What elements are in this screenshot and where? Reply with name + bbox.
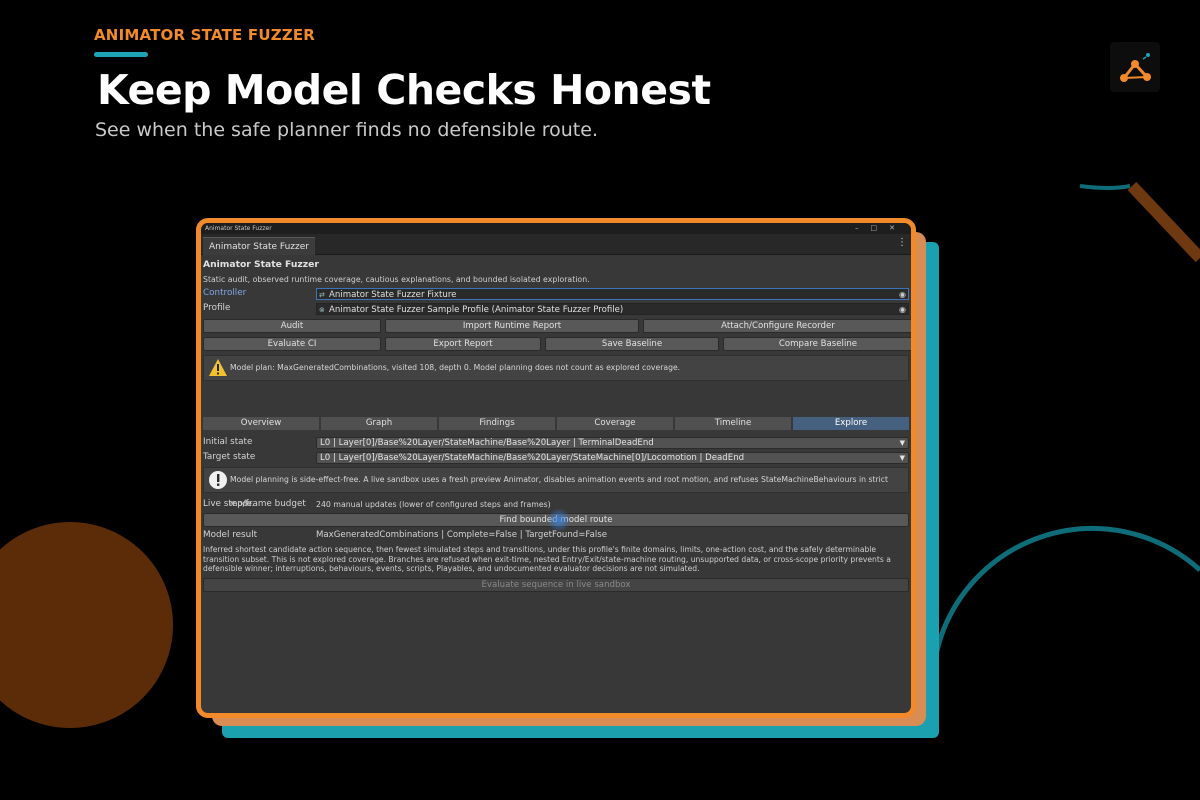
budget-label: Live step/frame budget xyxy=(203,499,306,509)
explanation-text: Inferred shortest candidate action seque… xyxy=(203,545,891,573)
attach-configure-recorder-button[interactable]: Attach/Configure Recorder xyxy=(643,319,911,333)
profile-value: Animator State Fuzzer Sample Profile (An… xyxy=(329,305,624,315)
panel-description: Static audit, observed runtime coverage,… xyxy=(203,275,590,284)
editor-tab[interactable]: Animator State Fuzzer xyxy=(203,237,315,255)
target-state-dropdown[interactable]: L0 | Layer[0]/Base%20Layer/StateMachine/… xyxy=(316,452,909,464)
teal-arc-decoration xyxy=(1079,184,1131,190)
logo xyxy=(1110,42,1160,92)
controller-label: Controller xyxy=(203,288,247,298)
save-baseline-button[interactable]: Save Baseline xyxy=(545,337,719,351)
target-state-label: Target state xyxy=(203,452,256,462)
info-helpbox: Model planning is side-effect-free. A li… xyxy=(203,467,909,508)
animator-controller-icon: ⇄ xyxy=(319,291,325,299)
tab-findings[interactable]: Findings xyxy=(439,417,555,430)
editor-tabbar: Animator State Fuzzer ⋮ xyxy=(201,234,911,255)
chevron-down-icon: ▼ xyxy=(899,439,905,447)
scriptable-object-icon: ⊗ xyxy=(319,306,325,314)
tab-overview[interactable]: Overview xyxy=(203,417,319,430)
window-title: Animator State Fuzzer xyxy=(205,225,272,232)
teal-ring-decoration xyxy=(932,526,1200,661)
evaluate-ci-button[interactable]: Evaluate CI xyxy=(203,337,381,351)
warning-text: Model plan: MaxGeneratedCombinations, vi… xyxy=(230,363,681,372)
object-picker-icon[interactable]: ◉ xyxy=(899,304,906,316)
controller-value: Animator State Fuzzer Fixture xyxy=(329,290,457,300)
profile-field[interactable]: ⊗ Animator State Fuzzer Sample Profile (… xyxy=(316,303,909,315)
chevron-down-icon: ▼ xyxy=(899,454,905,462)
explore-tabs: Overview Graph Findings Coverage Timelin… xyxy=(203,417,909,430)
evaluate-sandbox-button[interactable]: Evaluate sequence in live sandbox xyxy=(203,578,909,592)
window-titlebar: Animator State Fuzzer –□✕ xyxy=(201,223,911,234)
kicker-underline xyxy=(94,52,148,57)
graph-nodes-icon xyxy=(1120,53,1151,82)
profile-label: Profile xyxy=(203,303,231,313)
kicker-title: ANIMATOR STATE FUZZER xyxy=(94,26,316,44)
more-options-icon[interactable]: ⋮ xyxy=(897,237,907,248)
mouse-cursor xyxy=(547,508,571,532)
warning-icon xyxy=(209,359,227,376)
compare-baseline-button[interactable]: Compare Baseline xyxy=(723,337,911,351)
warning-helpbox: Model plan: MaxGeneratedCombinations, vi… xyxy=(203,355,909,381)
subline: See when the safe planner finds no defen… xyxy=(95,119,598,141)
import-runtime-report-button[interactable]: Import Runtime Report xyxy=(385,319,639,333)
orange-stripe-decoration xyxy=(1127,181,1200,263)
headline: Keep Model Checks Honest xyxy=(97,66,711,114)
info-icon xyxy=(209,471,227,489)
export-report-button[interactable]: Export Report xyxy=(385,337,541,351)
tab-coverage[interactable]: Coverage xyxy=(557,417,673,430)
budget-value: 240 manual updates (lower of configured … xyxy=(316,500,551,509)
model-result-value: MaxGeneratedCombinations | Complete=Fals… xyxy=(316,530,607,540)
editor-window: Animator State Fuzzer –□✕ Animator State… xyxy=(196,218,916,718)
window-controls[interactable]: –□✕ xyxy=(855,223,907,234)
object-picker-icon[interactable]: ◉ xyxy=(899,289,906,301)
model-result-label: Model result xyxy=(203,530,258,540)
audit-button[interactable]: Audit xyxy=(203,319,381,333)
controller-field[interactable]: ⇄ Animator State Fuzzer Fixture ◉ xyxy=(316,288,909,300)
initial-state-dropdown[interactable]: L0 | Layer[0]/Base%20Layer/StateMachine/… xyxy=(316,437,909,449)
initial-state-value: L0 | Layer[0]/Base%20Layer/StateMachine/… xyxy=(320,438,654,448)
initial-state-label: Initial state xyxy=(203,437,253,447)
tab-explore[interactable]: Explore xyxy=(793,417,909,430)
tab-timeline[interactable]: Timeline xyxy=(675,417,791,430)
panel-heading: Animator State Fuzzer xyxy=(203,259,319,270)
orange-circle-decoration xyxy=(0,522,173,728)
target-state-value: L0 | Layer[0]/Base%20Layer/StateMachine/… xyxy=(320,453,745,463)
tab-graph[interactable]: Graph xyxy=(321,417,437,430)
